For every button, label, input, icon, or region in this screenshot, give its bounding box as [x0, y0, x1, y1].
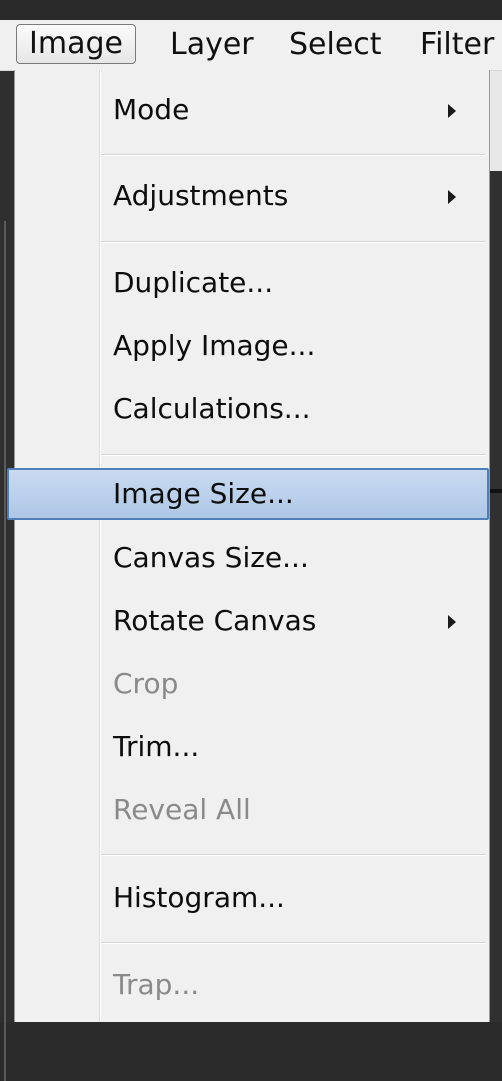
menu-item-label: Reveal All — [113, 793, 251, 826]
window-top-strip — [0, 0, 502, 20]
menu-item-label: Canvas Size... — [113, 541, 309, 574]
menu-item-canvas-size[interactable]: Canvas Size... — [15, 530, 491, 586]
submenu-arrow-icon — [448, 190, 456, 204]
menu-item-label: Histogram... — [113, 881, 285, 914]
menu-item-reveal-all[interactable]: Reveal All — [15, 782, 491, 838]
menu-separator — [101, 454, 485, 456]
menu-item-label: Trap... — [113, 968, 200, 1001]
menu-filter[interactable]: Filter — [420, 20, 494, 70]
submenu-arrow-icon — [448, 104, 456, 118]
menu-item-label: Apply Image... — [113, 329, 316, 362]
menu-item-label: Rotate Canvas — [113, 604, 317, 637]
background-panel-left — [0, 71, 14, 1081]
menu-item-image-size[interactable]: Image Size... — [7, 466, 489, 522]
menu-item-rotate-canvas[interactable]: Rotate Canvas — [15, 593, 491, 649]
background-panel-right — [490, 71, 502, 1022]
panel-notch — [490, 489, 502, 493]
menu-item-trim[interactable]: Trim... — [15, 719, 491, 775]
menu-layer[interactable]: Layer — [170, 20, 254, 70]
menu-item-label: Crop — [113, 667, 179, 700]
menu-item-label: Adjustments — [113, 179, 289, 212]
menu-item-apply-image[interactable]: Apply Image... — [15, 318, 491, 374]
menu-bar: Image Layer Select Filter — [0, 20, 502, 71]
menu-separator — [101, 241, 485, 243]
menu-item-duplicate[interactable]: Duplicate... — [15, 255, 491, 311]
menu-image[interactable]: Image — [16, 24, 136, 64]
menu-item-label: Duplicate... — [113, 266, 274, 299]
menu-item-label: Trim... — [113, 730, 200, 763]
menu-separator — [101, 942, 485, 944]
menu-item-calculations[interactable]: Calculations... — [15, 381, 491, 437]
panel-edge-line — [4, 221, 6, 1081]
menu-item-adjustments[interactable]: Adjustments — [15, 168, 491, 224]
image-dropdown-menu: Mode Adjustments Duplicate... Apply Imag… — [7, 70, 491, 1022]
menu-item-label: Mode — [113, 93, 190, 126]
submenu-arrow-icon — [448, 615, 456, 629]
menu-separator — [101, 154, 485, 156]
menu-item-label: Calculations... — [113, 392, 311, 425]
background-panel-right-top — [490, 71, 502, 171]
menu-item-histogram[interactable]: Histogram... — [15, 870, 491, 926]
menu-separator — [101, 854, 485, 856]
menu-item-trap[interactable]: Trap... — [15, 957, 491, 1013]
menu-select[interactable]: Select — [289, 20, 382, 70]
menu-item-crop[interactable]: Crop — [15, 656, 491, 712]
menu-item-label: Image Size... — [113, 477, 294, 510]
menu-item-mode[interactable]: Mode — [15, 82, 491, 138]
